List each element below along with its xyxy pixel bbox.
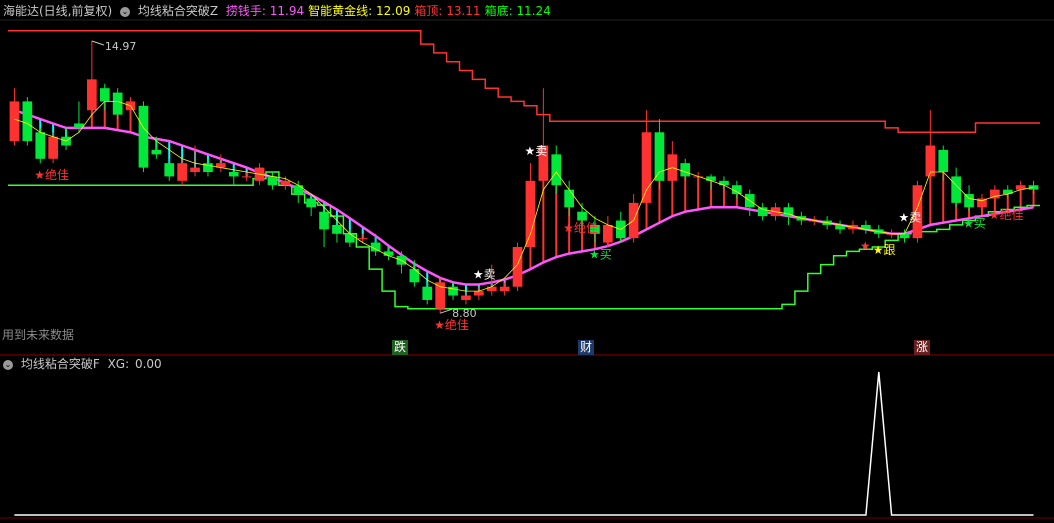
candle-body <box>564 189 574 208</box>
candle-body <box>190 167 200 172</box>
candle-body <box>719 180 729 186</box>
candle-body <box>35 132 46 159</box>
event-label-finance[interactable]: 财 <box>578 340 594 355</box>
candle-body <box>22 101 33 142</box>
high-marker <box>91 40 105 46</box>
candle-body <box>680 163 691 177</box>
candle-body <box>319 211 329 230</box>
candle-body <box>99 88 110 102</box>
indicator-item-0: 捞钱手: 11.94 <box>225 4 305 18</box>
candle-body <box>9 101 20 142</box>
candle-body <box>525 180 536 247</box>
band-line <box>13 109 1034 286</box>
signal-label: ★卖 <box>524 144 547 158</box>
candle-body <box>345 233 355 243</box>
signal-label: ★ <box>860 239 871 253</box>
candle-body <box>241 176 252 178</box>
candle-body <box>486 286 497 292</box>
sub-indicator-name[interactable]: 均线粘合突破F <box>21 357 100 371</box>
candle-body <box>164 163 175 177</box>
signal-label: ★跟 <box>873 243 896 257</box>
indicator-item-3: 箱底: 11.24 <box>484 4 551 18</box>
indicator-values: 捞钱手: 11.94 智能黄金线: 12.09 箱顶: 13.11 箱底: 11.24 <box>226 4 555 18</box>
sub-panel-header: ⌄ 均线粘合突破F XG: 0.00 <box>3 356 166 372</box>
stock-title[interactable]: 海能达(日线,前复权) <box>3 4 112 18</box>
signal-label: ★卖 <box>473 268 496 282</box>
candle-body <box>603 224 613 243</box>
candle-body <box>87 79 97 111</box>
candle-body <box>138 105 149 168</box>
chart-canvas: 14.978.80★绝佳★卖★卖★卖★绝佳★买★买★绝佳★绝佳★ ★跟 <box>0 19 1054 519</box>
xg-label: XG: <box>107 357 130 371</box>
candle-body <box>551 154 562 186</box>
candle-body <box>293 185 304 195</box>
event-label-down[interactable]: 跌 <box>392 340 408 355</box>
candle-body <box>48 136 58 159</box>
candle-body <box>461 295 471 300</box>
signal-label: ★卖 <box>899 210 922 224</box>
main-panel-header: 海能达(日线,前复权) ⌄ 均线粘合突破Z 捞钱手: 11.94 智能黄金线: 1… <box>3 3 559 19</box>
candle-body <box>474 291 484 296</box>
candle-body <box>112 92 123 115</box>
band-fill-group <box>13 79 1035 300</box>
candle-body <box>151 149 162 155</box>
high-price-label: 14.97 <box>105 40 137 53</box>
candle-body <box>757 207 768 217</box>
collapse-icon[interactable]: ⌄ <box>3 359 13 370</box>
candle-body <box>706 176 716 181</box>
xg-line <box>14 371 1034 516</box>
candle-body <box>228 172 239 177</box>
candle-body <box>332 224 342 234</box>
future-data-note: 用到未来数据 <box>2 328 75 342</box>
signal-label: ★绝佳 <box>434 317 469 332</box>
signal-label: ★绝佳 <box>34 167 69 182</box>
candle-body <box>899 233 910 239</box>
candle-body <box>1002 189 1013 195</box>
candle-body <box>641 132 652 203</box>
low-marker <box>439 308 453 314</box>
xg-value: 0.00 <box>134 357 162 371</box>
candle-body <box>177 163 187 181</box>
candle-body <box>1028 185 1039 190</box>
indicator-item-1: 智能黄金线: 12.09 <box>308 4 411 18</box>
signal-label: ★买 <box>589 248 612 262</box>
candle-body <box>499 286 510 292</box>
signal-label: ★绝佳 <box>989 207 1024 222</box>
box-bottom-line <box>8 171 1040 310</box>
event-label-up[interactable]: 涨 <box>914 340 930 355</box>
indicator-name[interactable]: 均线粘合突破Z <box>138 4 218 18</box>
candle-body <box>654 132 665 181</box>
candle-body <box>409 269 420 283</box>
indicator-item-2: 箱顶: 13.11 <box>414 4 481 18</box>
signal-label: ★绝佳 <box>563 220 598 235</box>
box-top-line <box>8 30 1040 134</box>
ma-line <box>14 101 1034 292</box>
candle-body <box>357 238 368 240</box>
candle-body <box>280 180 291 186</box>
candle-body <box>964 194 974 208</box>
candle-body <box>306 198 316 208</box>
collapse-icon[interactable]: ⌄ <box>120 6 131 17</box>
signal-label: ★买 <box>963 217 986 231</box>
candle-body <box>512 247 523 287</box>
candle-body <box>938 149 949 172</box>
candle-body <box>422 286 433 300</box>
candle-body <box>577 211 587 221</box>
candle-body <box>267 176 278 186</box>
candle-body <box>951 176 961 203</box>
candle-body <box>732 185 742 195</box>
